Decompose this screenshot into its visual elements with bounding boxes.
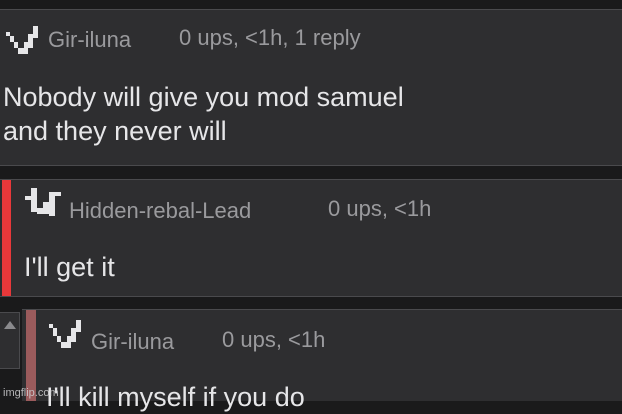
triangle-up-icon xyxy=(4,321,16,329)
comment-meta: 0 ups, <1h xyxy=(222,327,326,352)
comment-username[interactable]: Gir-iluna xyxy=(48,27,131,53)
comment-username[interactable]: Hidden-rebal-Lead xyxy=(69,198,251,224)
comment-body-line: I'll kill myself if you do xyxy=(46,382,305,412)
watermark: imgflip.com xyxy=(3,387,59,399)
comment-body-line: I'll get it xyxy=(24,252,115,282)
comment: Gir-iluna 0 ups, <1h, 1 reply Nobody wil… xyxy=(0,9,622,166)
comment-body: I'll kill myself if you do xyxy=(46,380,305,414)
comment-username[interactable]: Gir-iluna xyxy=(91,329,174,355)
avatar-v-icon[interactable] xyxy=(6,24,42,63)
comment-body: Nobody will give you mod samuel and they… xyxy=(3,80,404,148)
avatar-v-icon[interactable] xyxy=(49,318,85,357)
comment-body-line: Nobody will give you mod samuel xyxy=(3,82,404,112)
collapse-thread-button[interactable] xyxy=(0,312,20,369)
comment-body: I'll get it xyxy=(24,250,115,284)
comment-meta: 0 ups, <1h xyxy=(328,196,432,221)
reply-indicator-bar xyxy=(2,180,11,296)
avatar-u-icon[interactable] xyxy=(25,188,65,225)
comment-reply: Gir-iluna 0 ups, <1h I'll kill myself if… xyxy=(22,309,622,412)
comment-body-line: and they never will xyxy=(3,116,227,146)
comment-reply: Hidden-rebal-Lead 0 ups, <1h I'll get it xyxy=(0,179,622,297)
comment-meta: 0 ups, <1h, 1 reply xyxy=(179,25,361,50)
